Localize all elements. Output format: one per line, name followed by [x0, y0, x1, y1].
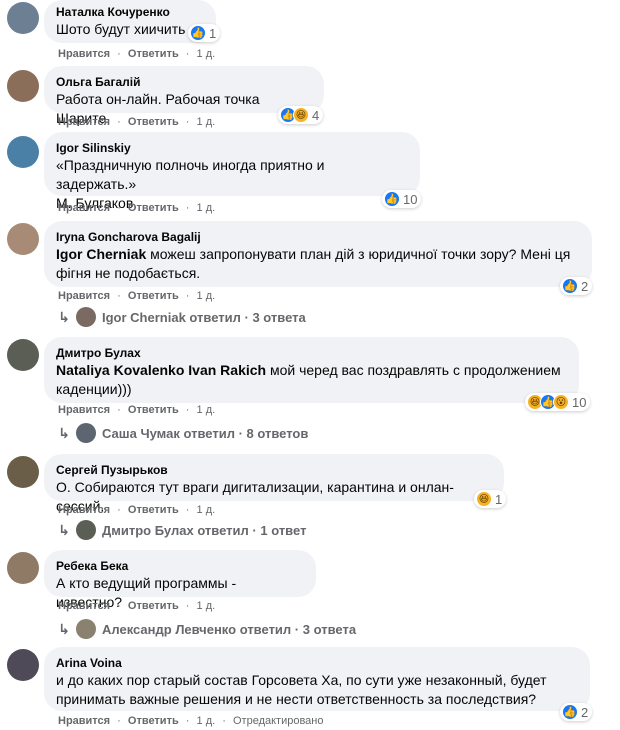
comment-text: Igor Cherniak можеш запропонувати план д…: [56, 246, 571, 262]
comment-actions: Нравится · Ответить · 1 д.: [58, 48, 216, 60]
reply-link[interactable]: Ответить: [128, 116, 179, 128]
comment-actions: Нравится · Ответить · 1 д.: [58, 116, 216, 128]
comment-text: Nataliya Kovalenko Ivan Rakich мой черед…: [56, 362, 561, 378]
reactions-badge[interactable]: 😆 👍 😮 10: [525, 393, 591, 411]
comment-actions: Нравится · Ответить · 1 д. · Отредактиро…: [58, 715, 324, 727]
haha-icon: 😆: [293, 107, 309, 123]
comment-bubble: Ребека Бека А кто ведущий программы - из…: [44, 550, 316, 610]
reaction-count: 10: [403, 191, 418, 207]
reply-arrow-icon: ↳: [58, 620, 70, 637]
comment-author[interactable]: Наталка Кочуренко: [56, 4, 204, 20]
timestamp[interactable]: 1 д.: [197, 504, 216, 516]
like-link[interactable]: Нравится: [58, 290, 110, 302]
comment-text: принимать важные решения и не нести отве…: [56, 691, 537, 707]
avatar[interactable]: [7, 552, 39, 584]
comment-author[interactable]: Ребека Бека: [56, 558, 304, 574]
reply-link[interactable]: Ответить: [128, 404, 179, 416]
avatar: [76, 520, 96, 540]
reactions-badge[interactable]: 👍 2: [560, 277, 593, 295]
reactions-badge[interactable]: 👍 10: [382, 190, 422, 208]
like-link[interactable]: Нравится: [58, 404, 110, 416]
like-icon: 👍: [562, 278, 578, 294]
timestamp[interactable]: 1 д.: [197, 202, 216, 214]
view-replies-link[interactable]: ↳ Дмитро Булах ответил · 1 ответ: [56, 520, 306, 540]
reply-link[interactable]: Ответить: [128, 290, 179, 302]
view-replies-link[interactable]: ↳ Саша Чумак ответил · 8 ответов: [56, 423, 308, 443]
comment-actions: Нравится · Ответить · 1 д.: [58, 504, 216, 516]
reaction-count: 4: [312, 107, 320, 123]
reaction-count: 1: [209, 25, 217, 41]
avatar[interactable]: [7, 70, 39, 102]
reply-arrow-icon: ↳: [58, 308, 70, 325]
like-link[interactable]: Нравится: [58, 202, 110, 214]
mention-link[interactable]: Nataliya Kovalenko Ivan Rakich: [56, 362, 266, 378]
avatar[interactable]: [7, 136, 39, 168]
like-link[interactable]: Нравится: [58, 600, 110, 612]
reply-link[interactable]: Ответить: [128, 504, 179, 516]
timestamp[interactable]: 1 д.: [197, 116, 216, 128]
reply-arrow-icon: ↳: [58, 424, 70, 441]
comment-actions: Нравится · Ответить · 1 д.: [58, 290, 216, 302]
comment-author[interactable]: Сергей Пузырьков: [56, 462, 492, 478]
avatar: [76, 619, 96, 639]
timestamp[interactable]: 1 д.: [197, 404, 216, 416]
haha-icon: 😆: [476, 491, 492, 507]
like-link[interactable]: Нравится: [58, 504, 110, 516]
like-link[interactable]: Нравится: [58, 48, 110, 60]
mention-link[interactable]: Igor Cherniak: [56, 246, 146, 262]
view-replies-link[interactable]: ↳ Александр Левченко ответил · 3 ответа: [56, 619, 356, 639]
comment-author[interactable]: Дмитро Булах: [56, 345, 567, 361]
like-link[interactable]: Нравится: [58, 116, 110, 128]
edited-label: Отредактировано: [232, 715, 324, 727]
reactions-badge[interactable]: 👍 😆 4: [278, 106, 324, 124]
comment-bubble: Сергей Пузырьков О. Собираются тут враги…: [44, 454, 504, 514]
avatar[interactable]: [7, 649, 39, 681]
timestamp[interactable]: 1 д.: [197, 48, 216, 60]
reaction-count: 2: [581, 278, 589, 294]
comment-text: каденции))): [56, 381, 132, 397]
avatar[interactable]: [7, 456, 39, 488]
comment-bubble: Дмитро Булах Nataliya Kovalenko Ivan Rak…: [44, 337, 579, 403]
reactions-badge[interactable]: 👍 2: [560, 703, 593, 721]
like-link[interactable]: Нравится: [58, 715, 110, 727]
timestamp[interactable]: 1 д.: [197, 600, 216, 612]
comment-text: «Праздничную полночь иногда приятно и за…: [56, 157, 325, 192]
avatar: [76, 307, 96, 327]
timestamp[interactable]: 1 д.: [197, 290, 216, 302]
comment-text: фігня не подобається.: [56, 265, 201, 281]
reply-arrow-icon: ↳: [58, 521, 70, 538]
reply-link[interactable]: Ответить: [128, 600, 179, 612]
view-replies-link[interactable]: ↳ Igor Cherniak ответил · 3 ответа: [56, 307, 306, 327]
comment-author[interactable]: Igor Silinskiy: [56, 140, 408, 156]
avatar[interactable]: [7, 2, 39, 34]
avatar[interactable]: [7, 339, 39, 371]
comment-actions: Нравится · Ответить · 1 д.: [58, 600, 216, 612]
comment-bubble: Ольга Багалій Работа он-лайн. Рабочая то…: [44, 66, 324, 126]
reaction-count: 2: [581, 704, 589, 720]
comment-author[interactable]: Arina Voina: [56, 655, 578, 671]
avatar: [76, 423, 96, 443]
reaction-count: 1: [495, 491, 503, 507]
reply-link[interactable]: Ответить: [128, 202, 179, 214]
wow-icon: 😮: [553, 394, 569, 410]
reactions-badge[interactable]: 😆 1: [474, 490, 507, 508]
comment-author[interactable]: Iryna Goncharova Bagalij: [56, 229, 580, 245]
reply-link[interactable]: Ответить: [128, 48, 179, 60]
avatar[interactable]: [7, 223, 39, 255]
comment-bubble: Iryna Goncharova Bagalij Igor Cherniak м…: [44, 221, 592, 287]
comment-actions: Нравится · Ответить · 1 д.: [58, 202, 216, 214]
comment-bubble: Arina Voina и до каких пор старый состав…: [44, 647, 590, 711]
like-icon: 👍: [384, 191, 400, 207]
comment-actions: Нравится · Ответить · 1 д.: [58, 404, 216, 416]
timestamp[interactable]: 1 д.: [197, 715, 216, 727]
comment-bubble: Igor Silinskiy «Праздничную полночь иног…: [44, 132, 420, 211]
comment-author[interactable]: Ольга Багалій: [56, 74, 312, 90]
reaction-count: 10: [572, 394, 587, 410]
reply-link[interactable]: Ответить: [128, 715, 179, 727]
like-icon: 👍: [562, 704, 578, 720]
comment-text: Шото будут хиичить: [56, 21, 186, 37]
comment-text: и до каких пор старый состав Горсовета Х…: [56, 672, 547, 688]
like-icon: 👍: [190, 25, 206, 41]
reactions-badge[interactable]: 👍 1: [188, 24, 221, 42]
